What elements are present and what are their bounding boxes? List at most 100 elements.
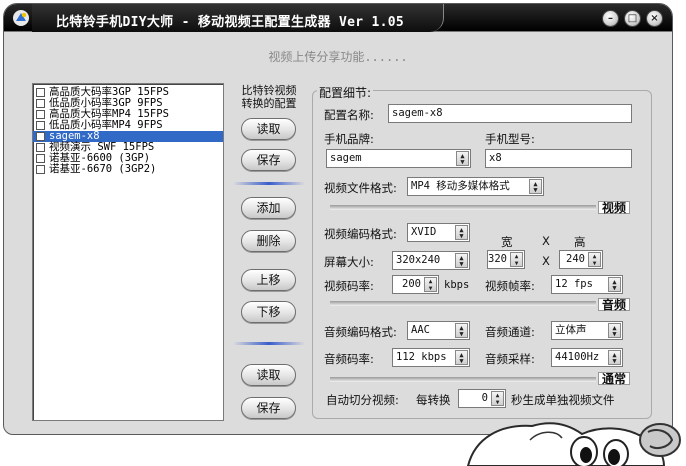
profile-list-item[interactable]: 诺基亚-6670 (3GP2) <box>33 164 223 175</box>
brand-value: sagem <box>330 152 362 164</box>
dropdown-arrow-icon: ▲ ▼ <box>529 179 542 194</box>
profile-checkbox[interactable] <box>36 110 45 119</box>
app-window: 比特铃手机DIY大师 - 移动视频王配置生成器 Ver 1.05 – □ × 视… <box>3 3 673 435</box>
frame-rate-select[interactable]: 12 fps ▲ ▼ <box>551 275 623 294</box>
audio-channel-value: 立体声 <box>555 324 587 336</box>
app-icon <box>12 9 30 27</box>
spinner-arrows-icon[interactable]: ▲ ▼ <box>588 252 601 267</box>
width-value: 320 <box>488 253 507 265</box>
upload-banner[interactable]: 视频上传分享功能...... <box>4 48 672 65</box>
save-profile-button[interactable]: 保存 <box>241 149 296 171</box>
profile-label: 诺基亚-6670 (3GP2) <box>49 163 157 175</box>
audio-codec-select[interactable]: AAC ▲ ▼ <box>407 321 470 340</box>
video-bitrate-spinner[interactable]: 200 ▲ ▼ <box>392 275 439 294</box>
divider <box>233 342 305 345</box>
x-label: X <box>542 254 550 268</box>
dropdown-arrow-icon: ▲ ▼ <box>608 350 621 365</box>
profile-caption: 比特铃视频 转换的配置 <box>236 84 302 110</box>
delete-button[interactable]: 删除 <box>241 230 296 252</box>
format-select[interactable]: MP4 移动多媒体格式 ▲ ▼ <box>407 177 544 196</box>
move-up-button[interactable]: 上移 <box>241 269 296 291</box>
window-title: 比特铃手机DIY大师 - 移动视频王配置生成器 Ver 1.05 <box>56 15 404 30</box>
split-seconds-spinner[interactable]: 0 ▲ ▼ <box>458 389 506 408</box>
screen-size-value: 320x240 <box>396 254 441 266</box>
read-config-button[interactable]: 读取 <box>241 364 296 386</box>
dropdown-arrow-icon: ▲ ▼ <box>455 225 468 240</box>
spinner-arrows-icon[interactable]: ▲ ▼ <box>424 277 437 292</box>
audio-bitrate-select[interactable]: 112 kbps ▲ ▼ <box>392 348 470 367</box>
profile-list[interactable]: 高品质大码率3GP 15FPS 低品质小码率3GP 9FPS 高品质大码率MP4 1… <box>32 83 224 421</box>
close-button[interactable]: × <box>646 10 663 27</box>
audio-codec-label: 音频编码格式: <box>324 325 397 339</box>
split-every-label: 每转换 <box>416 393 451 407</box>
video-bitrate-unit: kbps <box>444 279 470 291</box>
video-codec-value: XVID <box>411 226 437 238</box>
video-codec-select[interactable]: XVID ▲ ▼ <box>407 223 470 242</box>
brand-select[interactable]: sagem ▲ ▼ <box>326 149 471 168</box>
audio-section-line <box>330 301 596 306</box>
format-label: 视频文件格式: <box>324 181 397 195</box>
audio-codec-value: AAC <box>411 324 430 336</box>
read-profile-button[interactable]: 读取 <box>241 118 296 140</box>
minimize-button[interactable]: – <box>602 10 619 27</box>
height-label: 高 <box>574 235 586 249</box>
audio-channel-select[interactable]: 立体声 ▲ ▼ <box>551 321 623 340</box>
sample-rate-label: 音频采样: <box>485 352 535 366</box>
audio-section-tag: 音频 <box>598 298 631 312</box>
dropdown-arrow-icon: ▲ ▼ <box>608 323 621 338</box>
general-section-line <box>330 377 596 382</box>
config-group-title: 配置细节: <box>317 84 374 101</box>
height-value: 240 <box>566 253 585 265</box>
width-spinner[interactable]: 320 ▲ ▼ <box>487 250 525 269</box>
profile-checkbox[interactable] <box>36 121 45 130</box>
video-bitrate-label: 视频码率: <box>324 279 374 293</box>
audio-channel-label: 音频通道: <box>485 325 535 339</box>
add-button[interactable]: 添加 <box>241 197 296 219</box>
spinner-arrows-icon[interactable]: ▲ ▼ <box>491 391 504 406</box>
frame-rate-value: 12 fps <box>555 278 593 290</box>
profile-caption-line1: 比特铃视频 <box>241 84 297 97</box>
dropdown-arrow-icon: ▲ ▼ <box>455 253 468 268</box>
profile-checkbox[interactable] <box>36 88 45 97</box>
sample-rate-value: 44100Hz <box>555 351 600 363</box>
auto-split-label: 自动切分视频: <box>326 393 399 407</box>
profile-checkbox[interactable] <box>36 143 45 152</box>
brand-label: 手机品牌: <box>324 132 374 146</box>
split-seconds-value: 0 <box>481 392 488 404</box>
title-bar[interactable]: 比特铃手机DIY大师 - 移动视频王配置生成器 Ver 1.05 – □ × <box>4 4 672 32</box>
divider <box>233 182 305 185</box>
general-section-tag: 通常 <box>598 372 631 386</box>
profile-caption-line2: 转换的配置 <box>241 97 297 110</box>
dropdown-arrow-icon: ▲ ▼ <box>455 350 468 365</box>
config-name-label: 配置名称: <box>324 108 374 122</box>
sample-rate-select[interactable]: 44100Hz ▲ ▼ <box>551 348 623 367</box>
screen-size-select[interactable]: 320x240 ▲ ▼ <box>392 251 470 270</box>
format-value: MP4 移动多媒体格式 <box>411 180 510 192</box>
height-spinner[interactable]: 240 ▲ ▼ <box>559 250 603 269</box>
x-label: X <box>542 234 550 248</box>
profile-checkbox[interactable] <box>36 165 45 174</box>
profile-checkbox[interactable] <box>36 132 45 141</box>
frame-rate-label: 视频帧率: <box>485 279 535 293</box>
profile-checkbox[interactable] <box>36 154 45 163</box>
dropdown-arrow-icon: ▲ ▼ <box>456 151 469 166</box>
model-label: 手机型号: <box>485 132 535 146</box>
maximize-button[interactable]: □ <box>624 10 641 27</box>
save-config-button[interactable]: 保存 <box>241 397 296 419</box>
video-section-line <box>330 205 596 210</box>
audio-bitrate-value: 112 kbps <box>396 351 447 363</box>
config-name-field[interactable]: sagem-x8 <box>388 104 632 123</box>
width-label: 宽 <box>501 235 513 249</box>
audio-bitrate-label: 音频码率: <box>324 352 374 366</box>
dropdown-arrow-icon: ▲ ▼ <box>455 323 468 338</box>
spinner-arrows-icon[interactable]: ▲ ▼ <box>510 252 523 267</box>
model-field[interactable]: x8 <box>485 149 632 168</box>
video-bitrate-value: 200 <box>402 278 421 290</box>
move-down-button[interactable]: 下移 <box>241 301 296 323</box>
dropdown-arrow-icon: ▲ ▼ <box>608 277 621 292</box>
screen-size-label: 屏幕大小: <box>324 255 374 269</box>
split-suffix-label: 秒生成单独视频文件 <box>511 393 615 407</box>
profile-checkbox[interactable] <box>36 99 45 108</box>
video-codec-label: 视频编码格式: <box>324 227 397 241</box>
video-section-tag: 视频 <box>598 201 631 215</box>
